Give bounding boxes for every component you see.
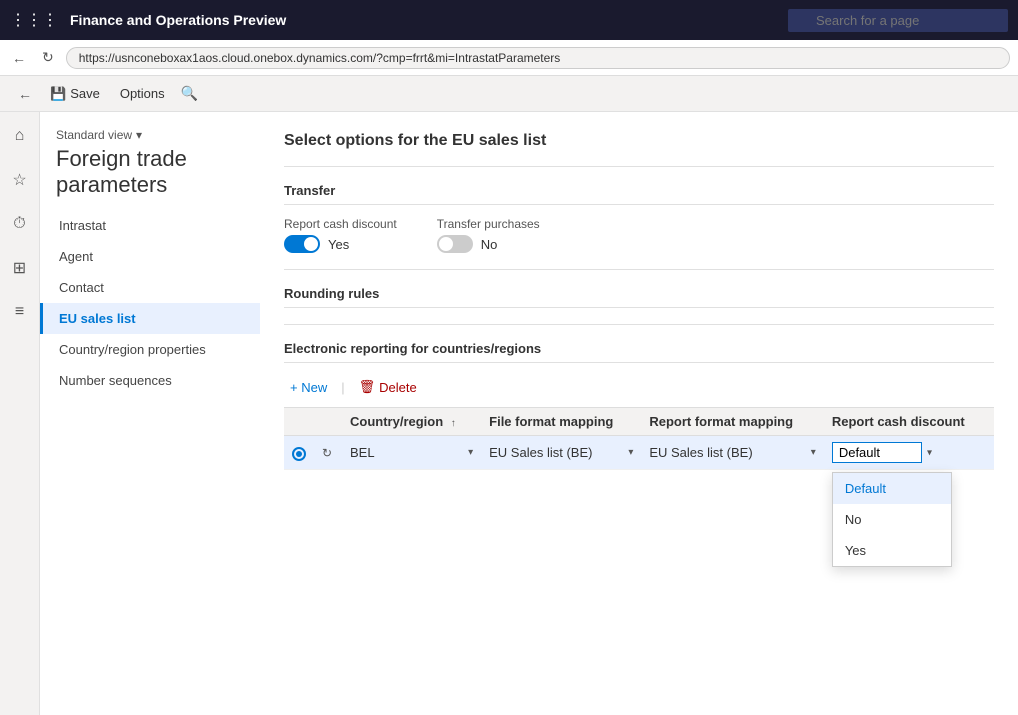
standard-view-toggle[interactable]: Standard view ▾	[56, 128, 244, 142]
row-report-format: EU Sales list (BE) ▾	[641, 436, 823, 470]
sidebar-item-eu-sales-list[interactable]: EU sales list	[40, 303, 260, 334]
rounding-rules-label: Rounding rules	[284, 286, 994, 308]
dropdown-item-default[interactable]: Default	[833, 473, 951, 504]
radio-filled[interactable]	[292, 447, 306, 461]
home-icon[interactable]: ⌂	[4, 120, 36, 152]
toolbar-search-button[interactable]: 🔍	[177, 81, 202, 106]
file-format-chevron: ▾	[628, 447, 633, 458]
delete-button[interactable]: 🗑 Delete	[353, 375, 423, 399]
search-input[interactable]	[788, 9, 1008, 32]
sidebar-item-intrastat[interactable]: Intrastat	[40, 210, 260, 241]
col-header-report-format: Report format mapping	[641, 408, 823, 436]
toolbar-back-button[interactable]: ←	[12, 84, 38, 104]
dropdown-item-no[interactable]: No	[833, 504, 951, 535]
file-format-select-cell: EU Sales list (BE) ▾	[489, 445, 633, 460]
new-button[interactable]: + New	[284, 376, 333, 399]
clock-icon[interactable]: ⏱	[4, 208, 36, 240]
report-format-select-cell: EU Sales list (BE) ▾	[649, 445, 815, 460]
chevron-down-icon: ▾	[136, 128, 142, 142]
main-layout: ⌂ ☆ ⏱ ⊞ ≡ Standard view ▾ Foreign trade …	[0, 112, 1018, 715]
sidebar-item-agent[interactable]: Agent	[40, 241, 260, 272]
sort-icon[interactable]: ↑	[451, 418, 456, 429]
refresh-button[interactable]: ↻	[38, 47, 58, 68]
col-header-cash-discount: Report cash discount	[824, 408, 994, 436]
row-cash-discount[interactable]: ▾ Default No Yes	[824, 436, 994, 470]
cash-discount-chevron: ▾	[927, 447, 932, 458]
address-bar: ← ↻	[0, 40, 1018, 76]
row-radio[interactable]	[284, 436, 314, 470]
table-header-row: Country/region ↑ File format mapping Rep…	[284, 408, 994, 436]
content-area: Select options for the EU sales list Tra…	[260, 112, 1018, 715]
cash-discount-toggle[interactable]	[284, 235, 320, 253]
url-bar[interactable]	[66, 47, 1010, 69]
grid-icon[interactable]: ⊞	[4, 252, 36, 284]
refresh-row-icon[interactable]: ↻	[322, 446, 332, 460]
toolbar-separator: |	[341, 380, 344, 395]
transfer-purchases-value: No	[481, 237, 498, 252]
row-country: BEL ▾	[342, 436, 481, 470]
cash-discount-toggle-row: Yes	[284, 235, 397, 253]
nav-menu: Standard view ▾ Foreign trade parameters…	[40, 112, 260, 715]
sidebar-icons: ⌂ ☆ ⏱ ⊞ ≡	[0, 112, 40, 715]
transfer-label: Transfer	[284, 183, 994, 205]
cash-discount-value: Yes	[328, 237, 349, 252]
star-icon[interactable]: ☆	[4, 164, 36, 196]
divider-2	[284, 269, 994, 270]
col-header-radio	[284, 408, 314, 436]
delete-icon: 🗑	[359, 379, 376, 395]
save-icon: 💾	[50, 86, 66, 102]
list-icon[interactable]: ≡	[4, 296, 36, 328]
apps-icon[interactable]: ⋮⋮⋮	[10, 10, 58, 30]
search-wrapper: 🔍	[788, 9, 1008, 32]
transfer-purchases-toggle[interactable]	[437, 235, 473, 253]
data-table: Country/region ↑ File format mapping Rep…	[284, 407, 994, 470]
transfer-purchases-toggle-row: No	[437, 235, 540, 253]
col-header-file-format: File format mapping	[481, 408, 641, 436]
electronic-reporting-label: Electronic reporting for countries/regio…	[284, 341, 994, 363]
field-group-transfer-purchases: Transfer purchases No	[437, 217, 540, 253]
divider-3	[284, 324, 994, 325]
app-title: Finance and Operations Preview	[70, 12, 780, 28]
section-title: Select options for the EU sales list	[284, 132, 994, 150]
cash-discount-label: Report cash discount	[284, 217, 397, 231]
sidebar-item-number-sequences[interactable]: Number sequences	[40, 365, 260, 396]
report-format-chevron: ▾	[811, 447, 816, 458]
col-header-country: Country/region ↑	[342, 408, 481, 436]
transfer-purchases-label: Transfer purchases	[437, 217, 540, 231]
sidebar-item-contact[interactable]: Contact	[40, 272, 260, 303]
options-button[interactable]: Options	[112, 82, 173, 105]
field-group-cash-discount: Report cash discount Yes	[284, 217, 397, 253]
standard-view-label: Standard view	[56, 128, 132, 142]
cash-discount-cell: ▾ Default No Yes	[832, 442, 986, 463]
row-file-format: EU Sales list (BE) ▾	[481, 436, 641, 470]
page-title-area: Standard view ▾ Foreign trade parameters	[40, 120, 260, 210]
country-select-cell: BEL ▾	[350, 445, 473, 460]
cash-discount-input[interactable]	[832, 442, 922, 463]
toolbar: ← 💾 Save Options 🔍	[0, 76, 1018, 112]
table-row[interactable]: ↻ BEL ▾ EU Sales list (BE) ▾	[284, 436, 994, 470]
back-button[interactable]: ←	[8, 48, 30, 68]
country-chevron: ▾	[468, 447, 473, 458]
field-row-transfer: Report cash discount Yes Transfer purcha…	[284, 217, 994, 253]
cash-discount-dropdown: Default No Yes	[832, 472, 952, 567]
sidebar-item-country-region[interactable]: Country/region properties	[40, 334, 260, 365]
top-navbar: ⋮⋮⋮ Finance and Operations Preview 🔍	[0, 0, 1018, 40]
table-toolbar: + New | 🗑 Delete	[284, 375, 994, 399]
options-label: Options	[120, 86, 165, 101]
divider-1	[284, 166, 994, 167]
dropdown-item-yes[interactable]: Yes	[833, 535, 951, 566]
save-label: Save	[70, 86, 100, 101]
col-header-refresh	[314, 408, 342, 436]
page-title: Foreign trade parameters	[56, 146, 244, 198]
row-refresh[interactable]: ↻	[314, 436, 342, 470]
save-button[interactable]: 💾 Save	[42, 82, 108, 106]
